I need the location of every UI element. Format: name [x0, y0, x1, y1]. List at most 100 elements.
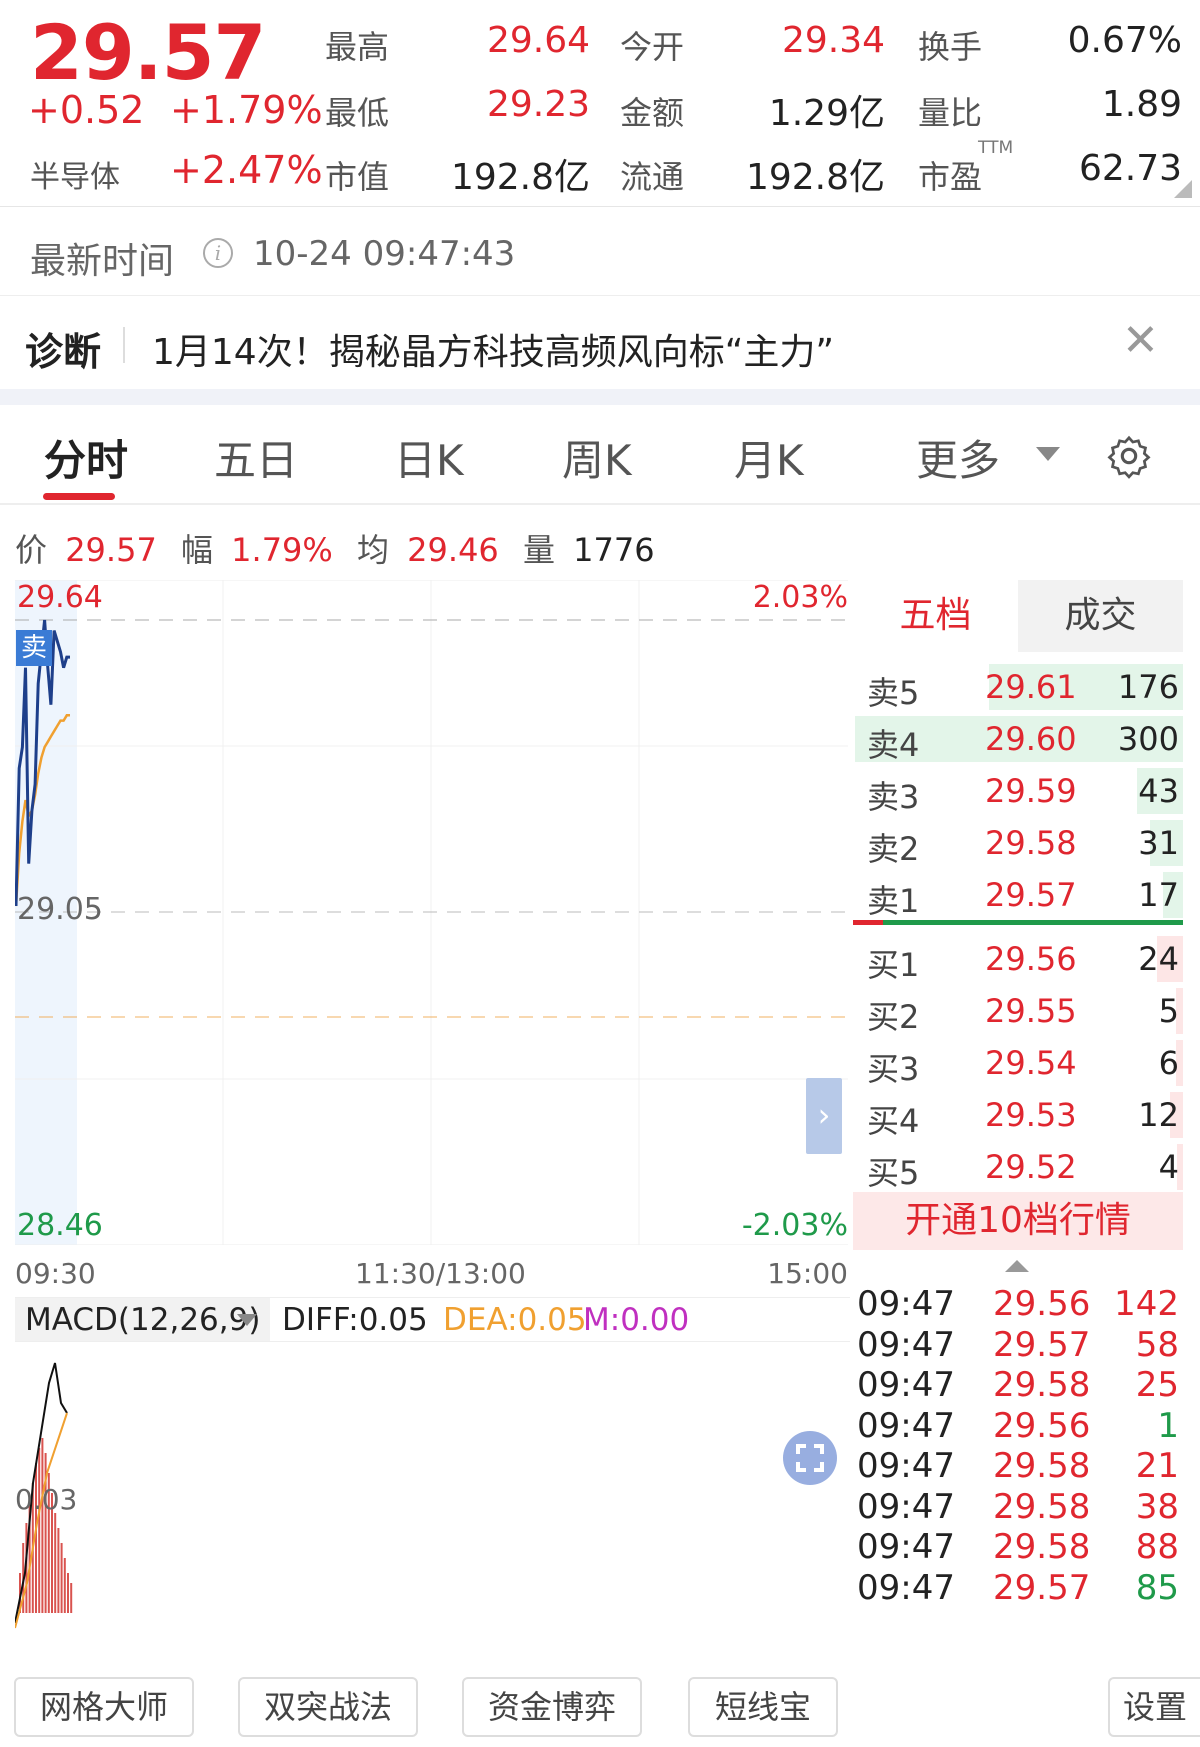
- level-price: 29.60: [985, 720, 1077, 758]
- tab-five-day[interactable]: 五日: [214, 427, 298, 488]
- level-price: 29.61: [985, 668, 1077, 706]
- settings-button[interactable]: 设置: [1108, 1677, 1200, 1737]
- tab-intraday[interactable]: 分时: [44, 427, 128, 488]
- chart-tabs: 分时 五日 日K 周K 月K 更多: [0, 405, 1200, 505]
- bottom-toolbar: 网格大师 双突战法 资金博弈 短线宝 设置: [0, 1672, 1200, 1747]
- price-value: 29.57: [65, 531, 157, 569]
- order-book: 五档 成交 卖5 29.61 176 卖4 29.60 300 卖3 29.59 43 卖2 29.…: [853, 580, 1183, 1250]
- trade-volume: 25: [1135, 1365, 1179, 1405]
- trade-row: 09:47 29.58 21: [853, 1446, 1183, 1491]
- trade-volume: 58: [1135, 1324, 1179, 1365]
- level-label: 卖1: [867, 882, 920, 920]
- vol-label: 量: [522, 531, 555, 569]
- level-label: 卖5: [867, 674, 920, 712]
- level-price: 29.58: [985, 824, 1077, 862]
- divider: [123, 327, 125, 363]
- tab-monthly-k[interactable]: 月K: [734, 427, 804, 488]
- level-label: 买5: [867, 1154, 920, 1192]
- grid-master-button[interactable]: 网格大师: [14, 1677, 194, 1737]
- gear-icon[interactable]: [1106, 433, 1152, 479]
- field-label: 最低: [325, 94, 390, 132]
- fullscreen-icon[interactable]: [783, 1431, 837, 1485]
- diagnosis-text[interactable]: 1月14次！揭秘晶方科技高频风向标“主力”: [152, 323, 834, 375]
- macd-bar: [41, 1438, 44, 1613]
- tab-daily-k[interactable]: 日K: [394, 427, 464, 488]
- ask-row[interactable]: 卖5 29.61 176: [853, 660, 1183, 712]
- trade-time: 09:47: [857, 1324, 955, 1365]
- level-price: 29.55: [985, 992, 1077, 1030]
- bid-row[interactable]: 买1 29.56 24: [853, 932, 1183, 984]
- trade-time: 09:47: [857, 1284, 955, 1324]
- info-icon[interactable]: i: [203, 238, 233, 268]
- ask-row[interactable]: 卖1 29.57 17: [853, 868, 1183, 920]
- sector-change-pct: +2.47%: [170, 148, 323, 192]
- macd-bar: [60, 1543, 63, 1613]
- level-label: 卖4: [867, 726, 920, 764]
- chevron-down-icon: [237, 1314, 257, 1326]
- field-value: 29.23: [486, 84, 590, 125]
- y-low-label: 28.46: [17, 1208, 103, 1243]
- capital-game-button[interactable]: 资金博弈: [462, 1677, 642, 1737]
- sector-name[interactable]: 半导体: [30, 152, 120, 196]
- field-label: 换手: [918, 28, 983, 66]
- level-label: 买3: [867, 1050, 920, 1088]
- field-label: 金额: [620, 94, 685, 132]
- macd-diff: DIFF:0.05: [282, 1302, 428, 1338]
- latest-time-value: 10-24 09:47:43: [253, 234, 516, 274]
- trade-row: 09:47 29.56 142: [853, 1284, 1183, 1329]
- chevron-up-icon[interactable]: [1005, 1260, 1029, 1272]
- time-axis-label: 11:30/13:00: [355, 1257, 526, 1290]
- intraday-chart-svg[interactable]: [14, 579, 848, 1246]
- close-icon[interactable]: ✕: [1122, 315, 1159, 366]
- macd-selector[interactable]: MACD(12,26,9): [15, 1298, 270, 1341]
- trade-time: 09:47: [857, 1567, 955, 1608]
- y-high-label: 29.64: [17, 580, 103, 615]
- level-volume: 12: [1138, 1096, 1179, 1134]
- level-volume: 176: [1117, 668, 1179, 706]
- chevron-right-icon[interactable]: ›: [806, 1078, 842, 1154]
- ask-row[interactable]: 卖3 29.59 43: [853, 764, 1183, 816]
- level-volume: 5: [1158, 992, 1179, 1030]
- short-line-button[interactable]: 短线宝: [688, 1677, 838, 1737]
- macd-bar: [63, 1558, 66, 1613]
- field-label: 量比: [918, 94, 983, 132]
- bid-row[interactable]: 买4 29.53 12: [853, 1088, 1183, 1140]
- bid-row[interactable]: 买3 29.54 6: [853, 1036, 1183, 1088]
- macd-chart[interactable]: 0.03: [14, 1343, 850, 1643]
- tab-five-levels[interactable]: 五档: [853, 580, 1018, 652]
- order-book-tabs: 五档 成交: [853, 580, 1183, 652]
- bid-row[interactable]: 买5 29.52 4: [853, 1140, 1183, 1192]
- trade-row: 09:47 29.57 58: [853, 1325, 1183, 1370]
- sell-badge[interactable]: 卖: [16, 630, 52, 666]
- ask-row[interactable]: 卖4 29.60 300: [853, 712, 1183, 764]
- field-label: 今开: [620, 28, 685, 66]
- tab-weekly-k[interactable]: 周K: [562, 427, 632, 488]
- level-price: 29.59: [985, 772, 1077, 810]
- open-10-levels-button[interactable]: 开通10档行情: [853, 1192, 1183, 1250]
- tab-trades[interactable]: 成交: [1018, 580, 1183, 652]
- field-label: 市盈: [918, 158, 983, 196]
- ask-row[interactable]: 卖2 29.58 31: [853, 816, 1183, 868]
- level-price: 29.52: [985, 1148, 1077, 1186]
- level-volume: 4: [1158, 1148, 1179, 1186]
- chevron-down-icon[interactable]: [1036, 447, 1060, 461]
- expand-corner-icon[interactable]: [1174, 180, 1192, 198]
- intraday-chart[interactable]: 29.64 29.05 28.46 2.03% -2.03% 卖 ›: [14, 579, 848, 1246]
- bid-row[interactable]: 买2 29.55 5: [853, 984, 1183, 1036]
- trade-price: 29.58: [993, 1486, 1091, 1527]
- level-volume: 300: [1117, 720, 1179, 758]
- macd-bar: [70, 1583, 73, 1613]
- level-volume: 31: [1138, 824, 1179, 862]
- ttm-label: TTM: [978, 138, 1014, 158]
- level-price: 29.54: [985, 1044, 1077, 1082]
- diagnosis-banner[interactable]: 诊断 1月14次！揭秘晶方科技高频风向标“主力” ✕: [0, 297, 1200, 389]
- trade-price: 29.57: [993, 1567, 1091, 1608]
- macd-bar: [54, 1513, 57, 1613]
- time-axis-label: 09:30: [15, 1257, 96, 1290]
- double-breakout-button[interactable]: 双突战法: [238, 1677, 418, 1737]
- tab-more[interactable]: 更多: [916, 427, 1000, 488]
- macd-bar: [57, 1528, 60, 1613]
- ask-bid-divider-green: [883, 920, 1183, 925]
- macd-bar: [67, 1573, 69, 1613]
- trade-price: 29.58: [993, 1365, 1091, 1405]
